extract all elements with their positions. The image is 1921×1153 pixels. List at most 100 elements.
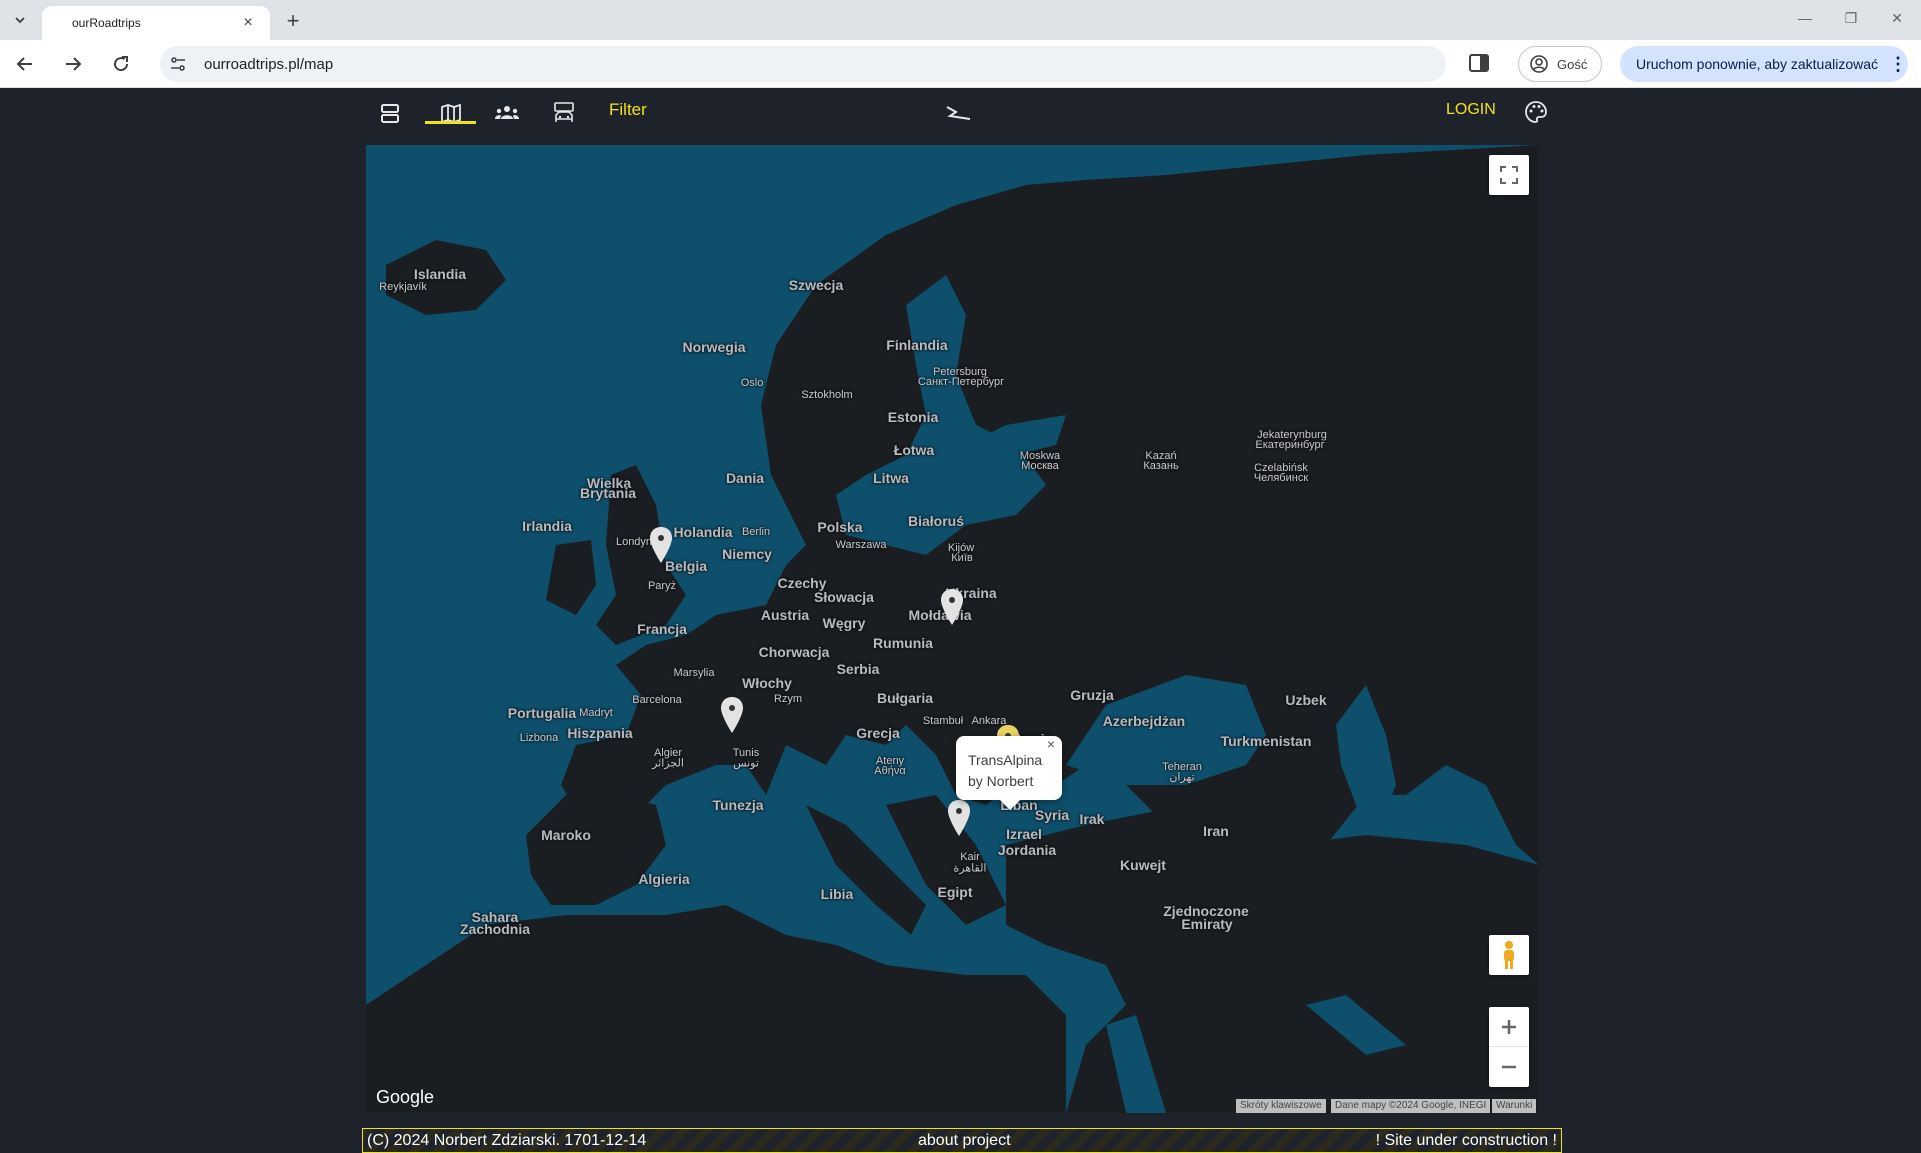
filter-link[interactable]: Filter: [609, 100, 647, 120]
map-place-label: Jordania: [997, 842, 1057, 858]
minimize-icon[interactable]: —: [1790, 10, 1820, 26]
map-place-label: Marsylia: [673, 667, 715, 679]
plus-icon: [1502, 1019, 1516, 1034]
map-place-label: Polska: [817, 519, 863, 535]
kebab-menu-icon[interactable]: ⋮: [1888, 54, 1908, 75]
map-place-label: Екатеринбург: [1255, 439, 1325, 451]
trip-marker[interactable]: [946, 798, 972, 838]
map-place-label: Kuwejt: [1120, 857, 1166, 873]
browser-tab[interactable]: ourRoadtrips ×: [42, 6, 270, 40]
map-place-label: Челябинск: [1253, 472, 1309, 484]
map-place-label: Київ: [951, 552, 973, 564]
map-place-label: Stambuł: [922, 715, 964, 727]
tab-search-button[interactable]: [6, 8, 34, 32]
map-place-label: Warszawa: [835, 539, 887, 551]
minus-icon: [1502, 1065, 1516, 1069]
map-place-label: Oslo: [740, 377, 764, 389]
close-icon[interactable]: ×: [1044, 736, 1058, 752]
map-place-label: Azerbejdżan: [1102, 713, 1186, 729]
street-view-pegman[interactable]: [1489, 935, 1529, 975]
login-link[interactable]: LOGIN: [1446, 101, 1496, 119]
map-place-label: Emiraty: [1181, 916, 1233, 932]
map-place-label: Norwegia: [682, 339, 746, 355]
map-place-label: Rzym: [773, 693, 803, 705]
map-place-label: Brytania: [579, 485, 637, 501]
back-button[interactable]: [11, 50, 39, 78]
map-pin-icon: [650, 527, 672, 563]
new-tab-button[interactable]: +: [280, 8, 306, 34]
tab-close-icon[interactable]: ×: [238, 14, 258, 32]
map-pin-icon: [948, 800, 970, 836]
map-place-label: Estonia: [887, 409, 939, 425]
vehicles-button[interactable]: [548, 97, 580, 129]
map-place-label: Αθήνα: [874, 765, 906, 777]
forward-button[interactable]: [59, 50, 87, 78]
map-place-label: Holandia: [673, 524, 733, 540]
tab-title: ourRoadtrips: [72, 16, 141, 30]
map-data-attribution[interactable]: Dane mapy ©2024 Google, INEGI: [1331, 1099, 1491, 1113]
palette-icon: [1525, 101, 1547, 123]
zoom-in-button[interactable]: [1489, 1007, 1529, 1047]
profile-guest-button[interactable]: Gość: [1518, 46, 1602, 82]
update-relaunch-button[interactable]: Uruchom ponownie, aby zaktualizować ⋮: [1620, 46, 1908, 82]
map-place-label: Izrael: [1006, 826, 1042, 842]
map-place-label: Madryt: [579, 707, 613, 719]
map-place-label: الجزائر: [652, 757, 684, 770]
trip-marker[interactable]: [648, 525, 674, 565]
fullscreen-button[interactable]: [1489, 155, 1529, 195]
map-place-label: Maroko: [541, 827, 591, 843]
map-place-label: Iran: [1203, 823, 1229, 839]
map-place-label: Łotwa: [893, 442, 935, 458]
map-pin-icon: [721, 697, 743, 733]
trip-marker[interactable]: [719, 695, 745, 735]
map-place-label: Grecja: [856, 725, 900, 741]
side-panel-button[interactable]: [1468, 52, 1494, 76]
guest-label: Gość: [1557, 56, 1588, 72]
map-place-label: Serbia: [836, 661, 880, 677]
map-place-label: Egipt: [937, 884, 973, 900]
construction-notice: ! Site under construction !: [1375, 1132, 1557, 1149]
copyright-text: (C) 2024 Norbert Zdziarski. 1701-12-14: [367, 1132, 647, 1149]
active-tab-indicator: [425, 121, 476, 124]
map-place-label: Londyn: [615, 536, 653, 548]
groups-button[interactable]: [491, 97, 523, 129]
browser-toolbar: ourroadtrips.pl/map Gość Uruchom ponowni…: [0, 40, 1921, 88]
zoom-out-button[interactable]: [1489, 1047, 1529, 1087]
restore-icon[interactable]: ❐: [1836, 10, 1866, 27]
map-place-label: Казань: [1143, 460, 1179, 472]
map-place-label: Algieria: [638, 871, 690, 887]
map-place-label: Portugalia: [507, 705, 577, 721]
map-place-label: Paryż: [647, 580, 677, 592]
map-place-label: Francja: [637, 621, 687, 637]
reload-button[interactable]: [107, 50, 135, 78]
trip-author: by Norbert: [968, 773, 1034, 789]
theme-button[interactable]: [1523, 99, 1549, 125]
map-place-label: Rumunia: [873, 635, 933, 651]
update-label: Uruchom ponownie, aby zaktualizować: [1636, 56, 1879, 72]
page: Filter LOGIN Islandia Reykjavík Szwecja …: [0, 89, 1921, 1153]
terms-link[interactable]: Warunki: [1492, 1099, 1537, 1113]
about-project-link[interactable]: about project: [918, 1132, 1011, 1150]
google-logo[interactable]: Google: [376, 1087, 434, 1108]
map-place-label: Bułgaria: [876, 690, 934, 706]
trip-marker[interactable]: [939, 587, 965, 627]
map-place-label: Irak: [1079, 811, 1105, 827]
map-place-label: Lizbona: [519, 732, 559, 744]
trip-title[interactable]: TransAlpina: [968, 750, 1050, 771]
map-landmass: [366, 145, 1539, 1113]
site-info-button[interactable]: [160, 46, 196, 82]
map-place-label: Syria: [1034, 807, 1070, 823]
map-place-label: Chorwacja: [758, 644, 830, 660]
map-place-label: Санкт-Петербург: [917, 376, 1005, 388]
keyboard-shortcuts-link[interactable]: Skróty klawiszowe: [1236, 1099, 1326, 1113]
arrow-left-icon: [16, 57, 32, 71]
address-bar[interactable]: ourroadtrips.pl/map: [160, 46, 1446, 82]
map-place-label: Litwa: [873, 470, 909, 486]
car-rental-icon: [554, 102, 574, 122]
window-close-icon[interactable]: ✕: [1882, 10, 1912, 27]
list-view-button[interactable]: [374, 97, 406, 129]
map-view-button[interactable]: [435, 97, 467, 129]
map-place-label: Austria: [760, 607, 810, 623]
app-logo[interactable]: [944, 103, 974, 123]
map-canvas[interactable]: Islandia Reykjavík Szwecja Norwegia Oslo Szto…: [366, 145, 1539, 1113]
